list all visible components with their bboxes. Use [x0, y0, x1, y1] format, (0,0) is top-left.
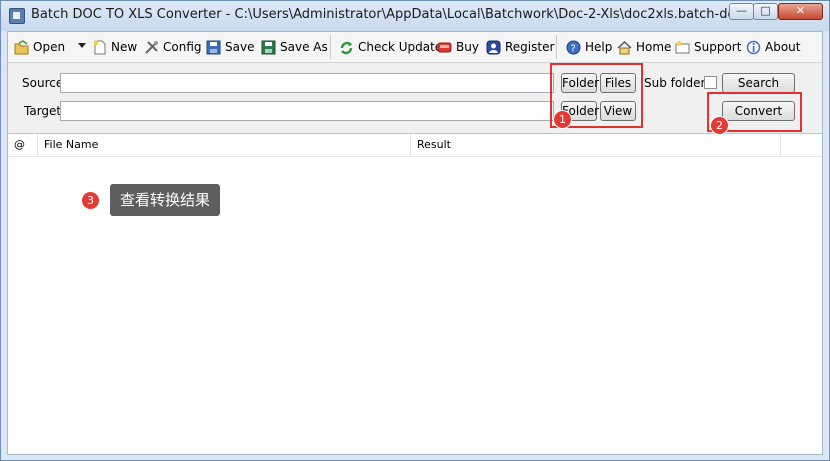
result-tooltip: 查看转换结果: [110, 184, 221, 216]
source-target-panel: Source Folder Files Sub folders Search T…: [8, 63, 822, 134]
step-badge-3: 3: [81, 191, 100, 210]
window-title: Batch DOC TO XLS Converter - C:\Users\Ad…: [31, 7, 795, 22]
refresh-icon: [339, 40, 354, 55]
target-input[interactable]: [60, 101, 554, 121]
config-label: Config: [163, 40, 202, 54]
home-label: Home: [636, 40, 672, 54]
source-label: Source: [22, 76, 64, 90]
home-icon: [617, 40, 632, 55]
open-folder-icon: [14, 39, 29, 55]
save-disk-icon: [206, 40, 221, 55]
help-icon: ?: [566, 40, 581, 55]
tools-icon: [144, 40, 159, 55]
svg-text:?: ?: [571, 43, 576, 54]
config-button[interactable]: Config: [144, 38, 202, 56]
register-badge-icon: [486, 40, 501, 55]
column-header-result[interactable]: Result: [411, 134, 781, 156]
save-button[interactable]: Save: [206, 38, 254, 56]
target-label: Target: [24, 104, 62, 118]
client-area: Open New Config Save Save As Check Updat…: [7, 31, 823, 455]
app-window: Batch DOC TO XLS Converter - C:\Users\Ad…: [0, 0, 830, 461]
register-button[interactable]: Register: [486, 38, 554, 56]
check-update-label: Check Update: [358, 40, 443, 54]
subfolders-checkbox[interactable]: [704, 76, 717, 89]
minimize-button[interactable]: —: [729, 3, 754, 20]
save-label: Save: [225, 40, 255, 54]
toolbar-divider: [556, 35, 557, 59]
new-button[interactable]: New: [92, 38, 137, 56]
about-button[interactable]: About: [746, 38, 800, 56]
toolbar-divider: [330, 35, 331, 59]
results-table[interactable]: @ File Name Result: [8, 134, 822, 454]
register-label: Register: [505, 40, 555, 54]
close-button[interactable]: ✕: [778, 3, 823, 20]
new-label: New: [111, 40, 138, 54]
step-badge-1: 1: [553, 110, 572, 129]
check-update-button[interactable]: Check Update: [339, 38, 442, 56]
open-label: Open: [33, 40, 66, 54]
shopping-cart-icon: [437, 40, 452, 55]
support-label: Support: [694, 40, 742, 54]
open-dropdown-arrow-icon[interactable]: [78, 43, 86, 48]
toolbar: Open New Config Save Save As Check Updat…: [8, 32, 822, 63]
subfolders-label: Sub folders: [644, 76, 712, 90]
support-button[interactable]: Support: [675, 38, 741, 56]
help-button[interactable]: ? Help: [566, 38, 612, 56]
save-as-button[interactable]: Save As: [261, 38, 328, 56]
buy-label: Buy: [456, 40, 479, 54]
home-button[interactable]: Home: [617, 38, 671, 56]
support-icon: [675, 40, 690, 55]
open-button[interactable]: Open: [14, 38, 65, 56]
title-bar[interactable]: Batch DOC TO XLS Converter - C:\Users\Ad…: [1, 1, 829, 31]
maximize-button[interactable]: □: [753, 3, 778, 20]
step-badge-2: 2: [710, 116, 729, 135]
save-as-label: Save As: [280, 40, 328, 54]
new-file-icon: [92, 40, 107, 55]
about-label: About: [765, 40, 801, 54]
help-label: Help: [585, 40, 613, 54]
info-icon: [746, 40, 761, 55]
buy-button[interactable]: Buy: [437, 38, 479, 56]
app-icon: [9, 8, 25, 24]
search-button[interactable]: Search: [722, 73, 795, 93]
save-as-icon: [261, 40, 276, 55]
source-input[interactable]: [60, 73, 554, 93]
column-header-status[interactable]: @: [8, 134, 38, 156]
table-header: @ File Name Result: [8, 134, 822, 157]
column-header-file-name[interactable]: File Name: [38, 134, 411, 156]
